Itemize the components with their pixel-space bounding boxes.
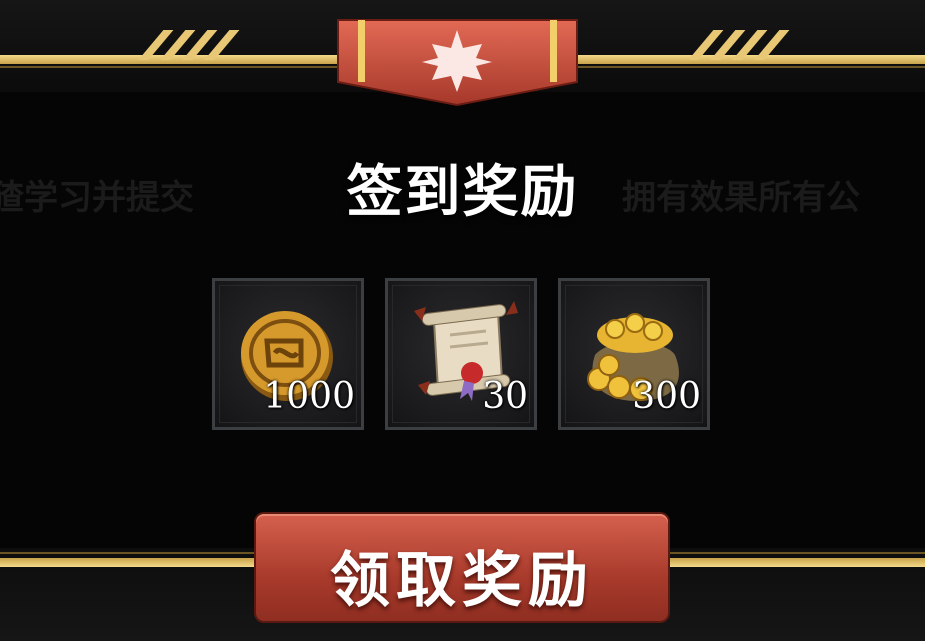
right-gold-stripes bbox=[690, 30, 810, 60]
reward-slot-coin[interactable]: 1000 bbox=[212, 278, 364, 430]
claim-reward-button[interactable]: 领取奖励 bbox=[256, 514, 668, 621]
reward-count: 30 bbox=[482, 376, 528, 417]
claim-reward-label: 领取奖励 bbox=[330, 546, 594, 616]
reward-count: 1000 bbox=[263, 376, 355, 417]
dialog-title: 签到奖励 bbox=[346, 159, 579, 225]
cross-emblem-icon bbox=[337, 19, 578, 107]
reward-count: 300 bbox=[632, 376, 701, 417]
left-gold-stripes bbox=[130, 30, 250, 60]
reward-slot-scroll[interactable]: 30 bbox=[385, 278, 537, 430]
reward-slot-coin-bag[interactable]: 300 bbox=[558, 278, 710, 430]
